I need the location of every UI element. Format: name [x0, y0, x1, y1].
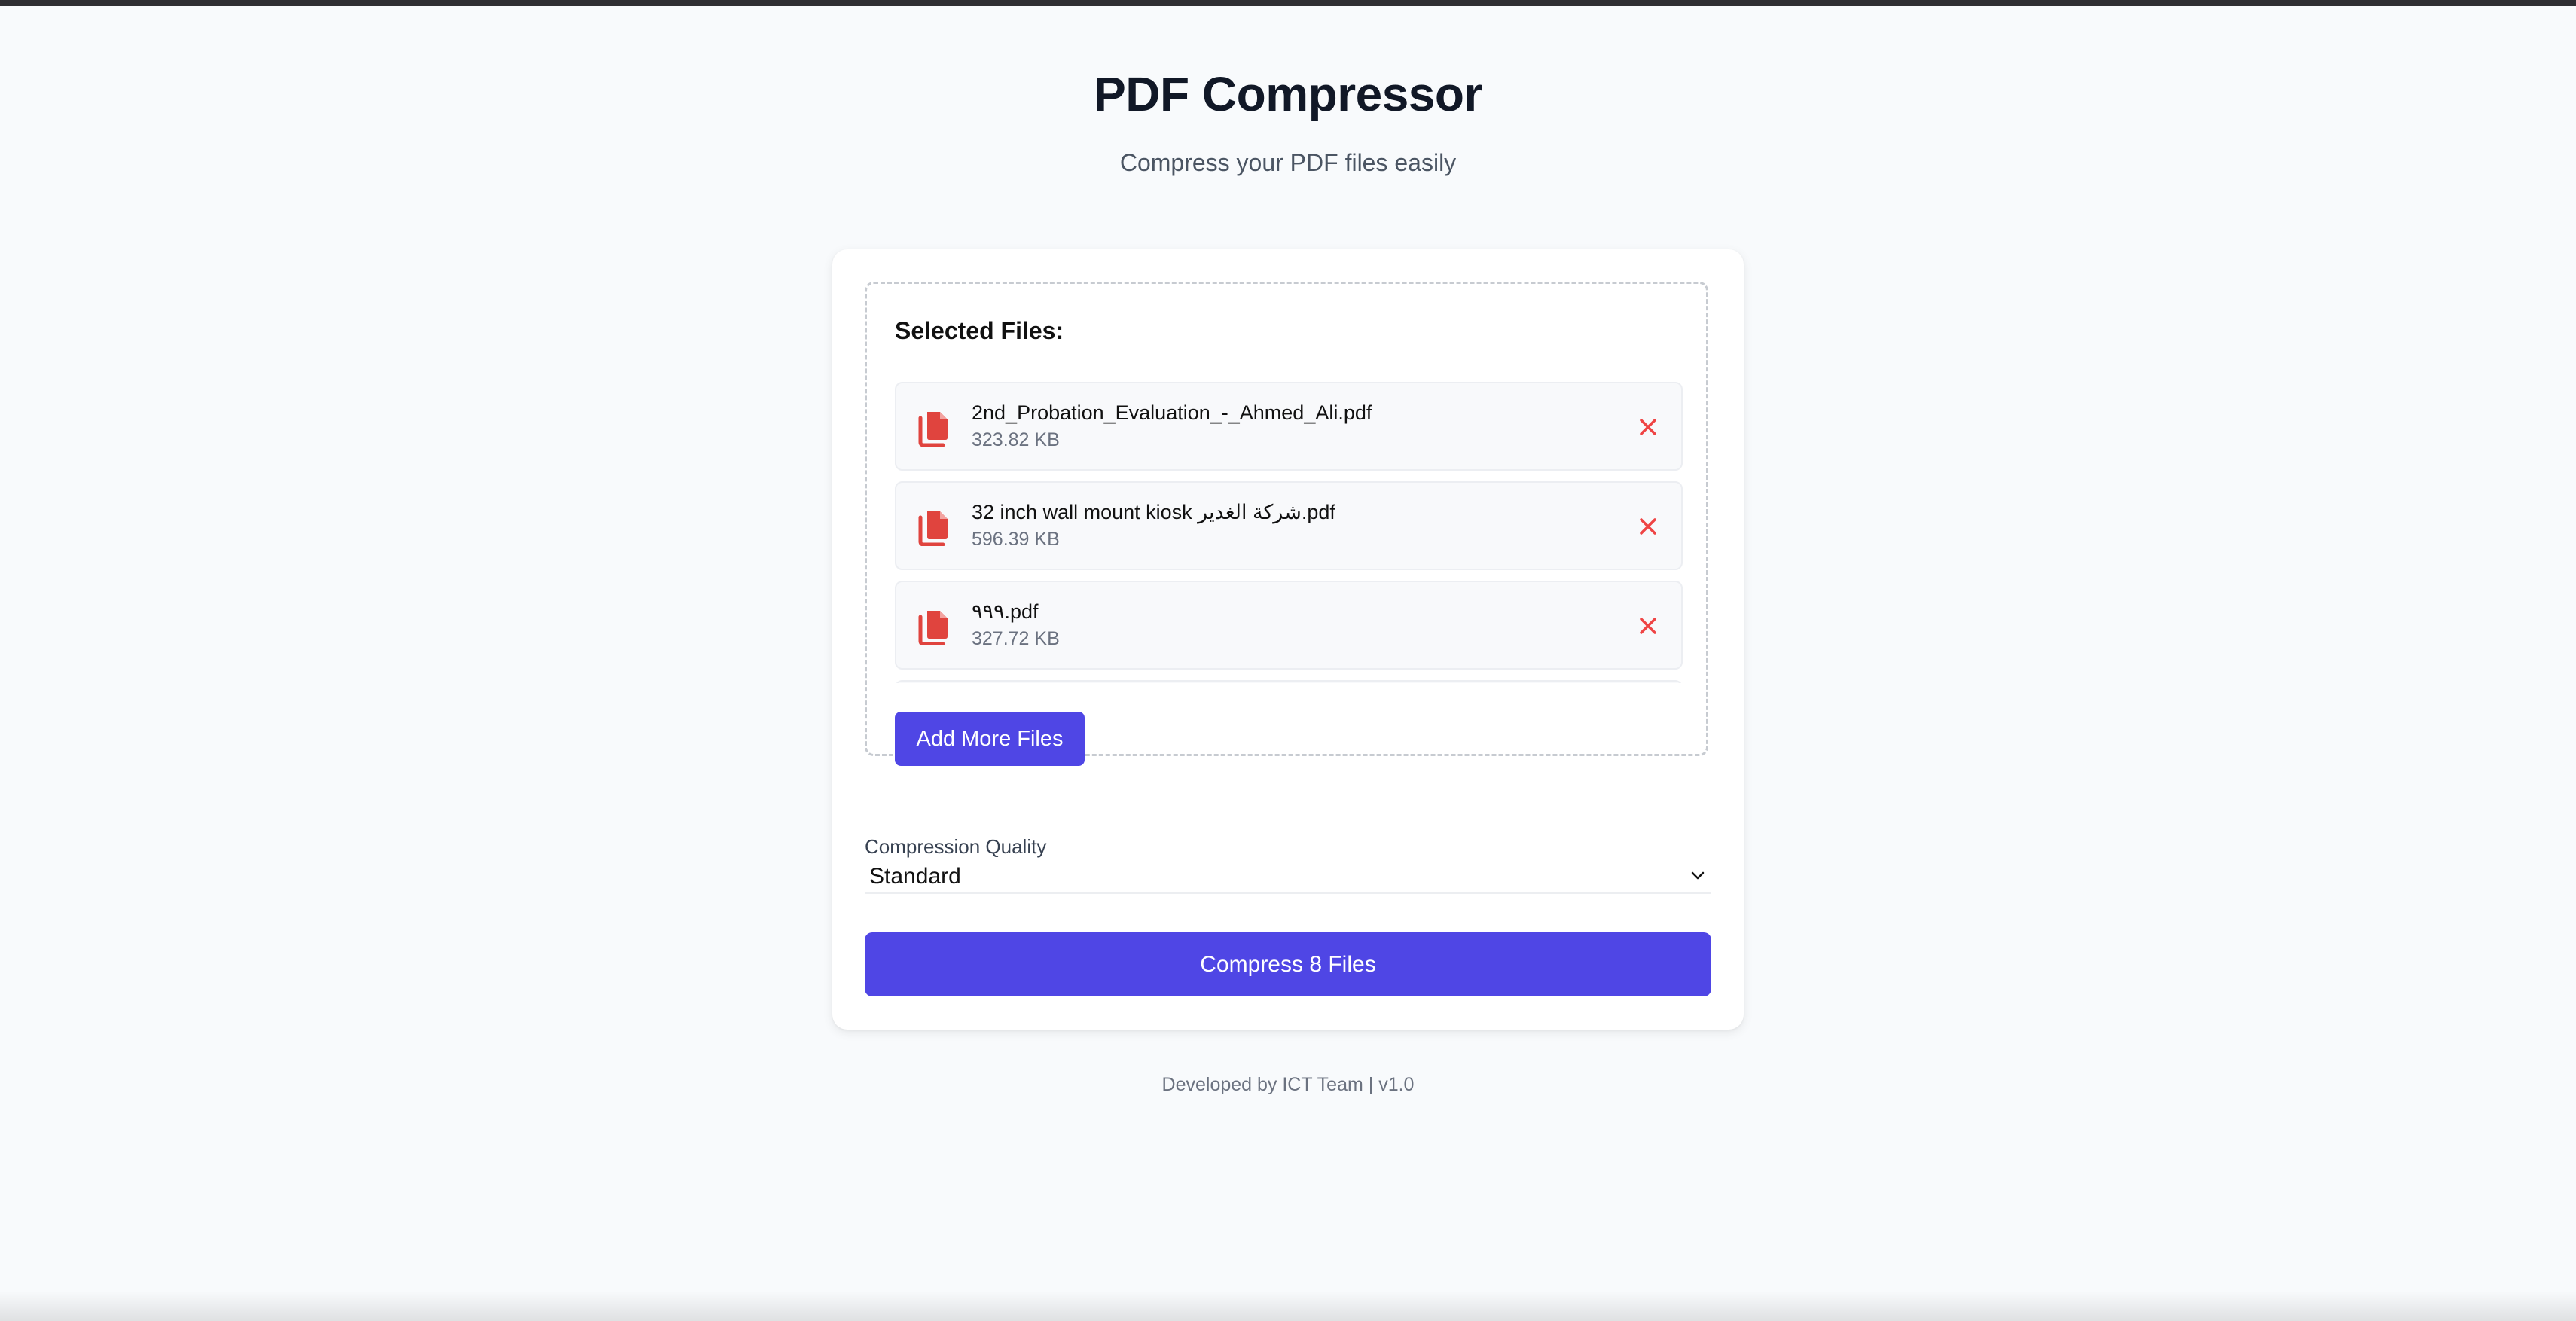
compressor-card: Selected Files: 2nd_Probation_Evaluation…: [832, 249, 1744, 1030]
close-icon[interactable]: [1634, 413, 1662, 441]
page-title: PDF Compressor: [1094, 67, 1482, 121]
compress-button[interactable]: Compress 8 Files: [865, 932, 1711, 996]
file-list[interactable]: 2nd_Probation_Evaluation_-_Ahmed_Ali.pdf…: [895, 382, 1683, 683]
close-icon[interactable]: [1634, 612, 1662, 639]
file-size: 327.72 KB: [972, 628, 1060, 649]
compression-quality-label: Compression Quality: [865, 835, 1047, 858]
file-name: ٩٩٩.pdf: [972, 600, 1039, 623]
pdf-file-icon: [918, 511, 948, 546]
file-item: 2nd_Probation_Evaluation_-_Ahmed_Ali.pdf…: [895, 382, 1683, 471]
chevron-down-icon: [1691, 871, 1705, 880]
add-more-files-button[interactable]: Add More Files: [895, 712, 1085, 766]
page-subtitle: Compress your PDF files easily: [1119, 149, 1457, 176]
file-size: 596.39 KB: [972, 529, 1060, 550]
footer-text: Developed by ICT Team | v1.0: [1161, 1074, 1415, 1095]
file-name: 32 inch wall mount kiosk شركة الغدير.pdf: [972, 501, 1335, 523]
close-icon[interactable]: [1634, 513, 1662, 540]
file-item: 32 inch wall mount kiosk شركة الغدير.pdf…: [895, 481, 1683, 570]
compression-quality-value: Standard: [869, 864, 961, 889]
window-bottom-shadow: [0, 1291, 2576, 1321]
file-dropzone[interactable]: Selected Files: 2nd_Probation_Evaluation…: [865, 282, 1708, 766]
file-size: 323.82 KB: [972, 429, 1060, 450]
file-item: ٩٩٩.pdf 327.72 KB: [895, 581, 1683, 670]
window-top-bar: [0, 0, 2576, 6]
selected-files-heading: Selected Files:: [895, 317, 1064, 344]
pdf-file-icon: [918, 412, 948, 447]
compression-quality-select[interactable]: Standard: [865, 861, 1711, 894]
pdf-file-icon: [918, 611, 948, 645]
file-name: 2nd_Probation_Evaluation_-_Ahmed_Ali.pdf: [972, 401, 1372, 424]
file-item-partial: [895, 680, 1683, 683]
